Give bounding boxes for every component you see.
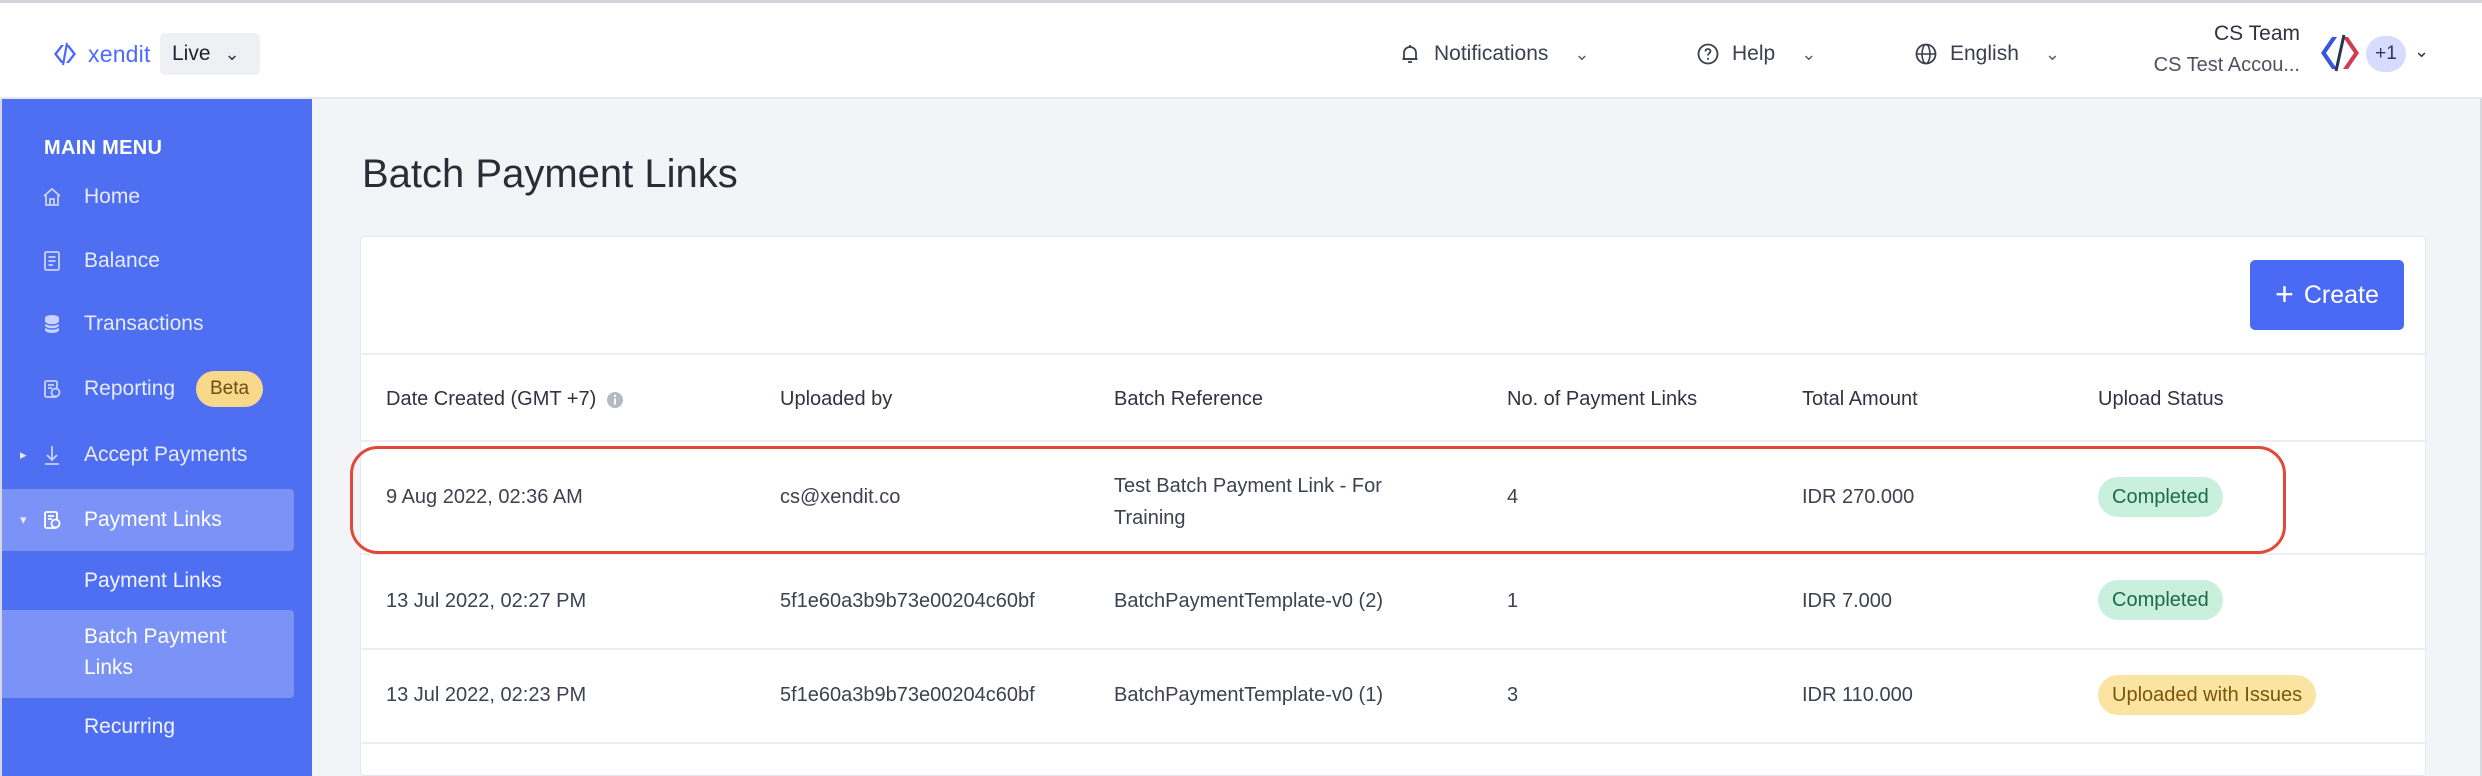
arrow-down-icon xyxy=(45,446,59,465)
cell-date: 13 Jul 2022, 02:23 PM xyxy=(386,684,587,706)
status-badge: Completed xyxy=(2098,580,2223,620)
sidebar-item-reporting[interactable]: Reporting Beta xyxy=(2,367,312,411)
beta-badge: Beta xyxy=(196,371,264,407)
divider xyxy=(360,353,2426,355)
column-header-total-amount[interactable]: Total Amount xyxy=(1802,388,1918,411)
cell-batch-reference[interactable]: Test Batch Payment Link - For Training xyxy=(1114,470,1382,534)
globe-icon xyxy=(1915,43,1937,65)
user-menu[interactable]: CS Team CS Test Accou... xyxy=(2130,19,2300,81)
chevron-down-icon: ⌄ xyxy=(1574,43,1590,64)
cell-uploaded-by: 5f1e60a3b9b73e00204c60bf xyxy=(780,684,1035,706)
user-name: CS Team xyxy=(2214,22,2300,45)
cell-total-amount: IDR 7.000 xyxy=(1802,590,1893,612)
sidebar-subitem-label-line2: Links xyxy=(84,656,134,679)
cell-payment-link-count: 4 xyxy=(1507,486,1519,508)
chevron-down-icon[interactable]: ⌄ xyxy=(2414,41,2429,62)
sidebar-item-home[interactable]: Home xyxy=(2,175,312,219)
chevron-down-icon: ⌄ xyxy=(1801,43,1817,64)
batch-reference-line2: Training xyxy=(1114,507,1186,529)
column-header-upload-status[interactable]: Upload Status xyxy=(2098,388,2224,411)
caret-right-icon: ▸ xyxy=(20,447,27,462)
batch-reference-line1: Test Batch Payment Link - For xyxy=(1114,475,1382,497)
xendit-logo-icon xyxy=(54,42,76,66)
cell-uploaded-by: 5f1e60a3b9b73e00204c60bf xyxy=(780,590,1035,612)
sidebar-subitem-label-line1: Batch Payment xyxy=(84,625,227,648)
sidebar-item-label: Transactions xyxy=(84,312,204,335)
column-header-payment-link-count[interactable]: No. of Payment Links xyxy=(1507,388,1697,411)
column-header-label: Date Created (GMT +7) xyxy=(386,388,597,410)
cell-batch-reference[interactable]: BatchPaymentTemplate-v0 (2) xyxy=(1114,590,1383,613)
help-icon xyxy=(1697,43,1719,65)
cell-date: 9 Aug 2022, 02:36 AM xyxy=(386,486,583,508)
sidebar-item-label: Reporting xyxy=(84,377,176,400)
sidebar-item-label: Payment Links xyxy=(84,508,222,531)
page-title: Batch Payment Links xyxy=(362,152,738,196)
sidebar-item-payment-links[interactable]: ▾ Payment Links xyxy=(2,498,312,542)
column-header-batch-reference[interactable]: Batch Reference xyxy=(1114,388,1263,411)
user-account: CS Test Accou... xyxy=(2153,54,2300,76)
report-icon xyxy=(44,380,61,398)
sidebar-item-accept-payments[interactable]: ▸ Accept Payments xyxy=(2,433,312,477)
account-count-badge[interactable]: +1 xyxy=(2366,36,2406,72)
language-menu[interactable]: English ⌄ xyxy=(1914,33,2060,75)
sidebar-subitem-recurring[interactable]: Recurring xyxy=(84,711,175,742)
notifications-label: Notifications xyxy=(1434,42,1549,65)
plus-icon: + xyxy=(2275,275,2294,312)
column-header-uploaded-by[interactable]: Uploaded by xyxy=(780,388,892,411)
sidebar-item-transactions[interactable]: Transactions xyxy=(2,302,312,346)
divider xyxy=(360,648,2426,650)
document-icon xyxy=(44,251,60,271)
home-icon xyxy=(43,187,61,206)
cell-total-amount: IDR 270.000 xyxy=(1802,486,1915,508)
sidebar-item-label: Home xyxy=(84,185,141,208)
xendit-logo[interactable]: xendit xyxy=(50,37,151,71)
bell-icon xyxy=(1402,45,1418,63)
sidebar-subitem-batch-payment-links[interactable]: Batch Payment Links xyxy=(84,621,226,683)
chevron-down-icon: ⌄ xyxy=(2044,43,2060,64)
cell-uploaded-by: cs@xendit.co xyxy=(780,486,901,508)
caret-down-icon: ▾ xyxy=(20,512,27,527)
divider xyxy=(360,440,2426,442)
environment-value: Live xyxy=(172,42,211,65)
create-button[interactable]: + Create xyxy=(2250,260,2404,330)
cell-batch-reference[interactable]: BatchPaymentTemplate-v0 (1) xyxy=(1114,684,1383,707)
logo-text: xendit xyxy=(88,40,151,67)
column-header-date[interactable]: Date Created (GMT +7) xyxy=(386,388,624,411)
coins-icon xyxy=(44,315,60,333)
cell-date: 13 Jul 2022, 02:27 PM xyxy=(386,590,587,612)
info-icon[interactable] xyxy=(606,391,624,409)
notifications-menu[interactable]: Notifications ⌄ xyxy=(1398,33,1589,75)
chevron-down-icon: ⌄ xyxy=(224,43,240,64)
sidebar-subitem-payment-links[interactable]: Payment Links xyxy=(84,565,222,596)
help-label: Help xyxy=(1732,42,1776,65)
status-badge: Completed xyxy=(2098,477,2223,517)
main-menu-title: MAIN MENU xyxy=(44,137,163,159)
top-bar: xendit Live ⌄ Notifications ⌄ Help ⌄ Eng… xyxy=(0,3,2482,99)
sidebar: MAIN MENU Home Balance Transactions Repo… xyxy=(2,99,312,776)
cell-total-amount: IDR 110.000 xyxy=(1802,684,1913,706)
environment-select[interactable]: Live ⌄ xyxy=(160,33,260,75)
create-button-label: Create xyxy=(2303,280,2379,309)
divider xyxy=(360,742,2426,744)
sidebar-item-label: Balance xyxy=(84,249,160,272)
help-menu[interactable]: Help ⌄ xyxy=(1696,33,1816,75)
sidebar-item-balance[interactable]: Balance xyxy=(2,239,312,283)
cell-payment-link-count: 3 xyxy=(1507,684,1519,706)
language-label: English xyxy=(1950,42,2019,65)
cell-payment-link-count: 1 xyxy=(1507,590,1519,612)
account-logo-icon[interactable] xyxy=(2318,31,2362,75)
status-badge: Uploaded with Issues xyxy=(2098,675,2317,715)
sidebar-item-label: Accept Payments xyxy=(84,443,248,466)
divider xyxy=(360,553,2426,555)
link-doc-icon xyxy=(44,511,61,529)
